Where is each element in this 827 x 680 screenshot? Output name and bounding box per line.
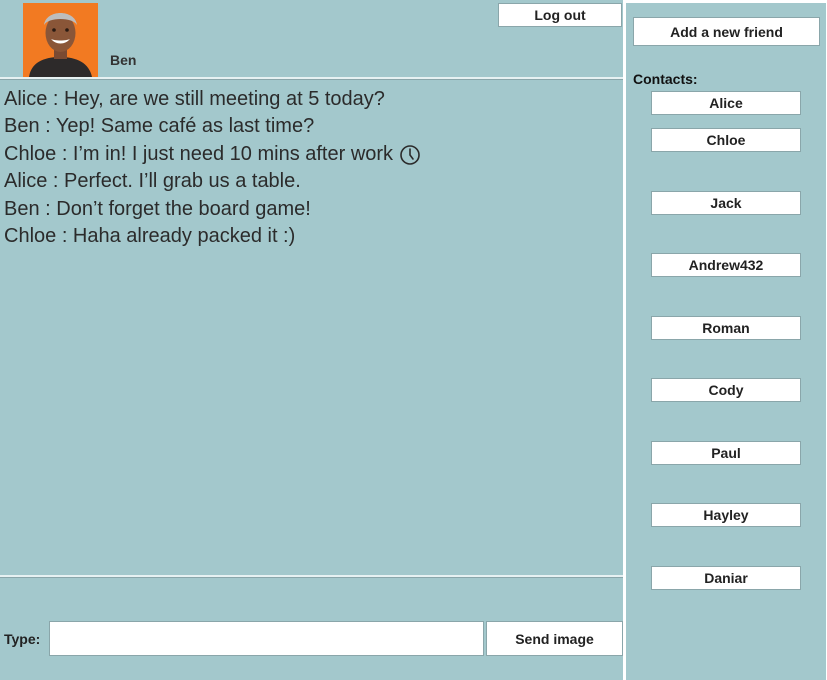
contact-item-cody[interactable]: Cody: [651, 378, 801, 402]
header-divider: [0, 77, 623, 80]
contact-item-chloe[interactable]: Chloe: [651, 128, 801, 152]
contact-item-jack[interactable]: Jack: [651, 191, 801, 215]
contact-item-paul[interactable]: Paul: [651, 441, 801, 465]
message-list: Alice : Hey, are we still meeting at 5 t…: [4, 86, 614, 250]
message-text: Alice : Hey, are we still meeting at 5 t…: [4, 88, 385, 110]
chat-message: Chloe : Haha already packed it :): [4, 223, 614, 250]
chat-message: Ben : Yep! Same café as last time?: [4, 113, 614, 140]
message-text: Chloe : I’m in! I just need 10 mins afte…: [4, 142, 394, 165]
type-label: Type:: [4, 631, 41, 647]
contact-item-roman[interactable]: Roman: [651, 316, 801, 340]
composer-divider: [0, 575, 623, 578]
contact-item-hayley[interactable]: Hayley: [651, 503, 801, 527]
chat-message: Alice : Hey, are we still meeting at 5 t…: [4, 86, 614, 113]
clock-icon: [400, 144, 420, 165]
contacts-heading: Contacts:: [633, 71, 698, 87]
message-text: Chloe : Haha already packed it :): [4, 225, 296, 248]
chat-message: Chloe : I’m in! I just need 10 mins afte…: [4, 141, 614, 168]
message-text: Ben : Don’t forget the board game!: [4, 197, 311, 220]
user-avatar-icon: [23, 3, 98, 77]
contact-item-daniar[interactable]: Daniar: [651, 566, 801, 590]
logout-button[interactable]: Log out: [498, 3, 622, 27]
add-friend-button[interactable]: Add a new friend: [633, 17, 820, 46]
message-input[interactable]: [49, 621, 484, 656]
send-image-button[interactable]: Send image: [486, 621, 623, 656]
chat-message: Ben : Don’t forget the board game!: [4, 196, 614, 223]
current-user-name: Ben: [110, 52, 137, 68]
chat-message: Alice : Perfect. I’ll grab us a table.: [4, 168, 614, 195]
contact-item-andrew432[interactable]: Andrew432: [651, 253, 801, 277]
message-text: Alice : Perfect. I’ll grab us a table.: [4, 170, 301, 193]
message-text: Ben : Yep! Same café as last time?: [4, 115, 315, 138]
contact-item-alice[interactable]: Alice: [651, 91, 801, 115]
avatar: [23, 3, 98, 77]
